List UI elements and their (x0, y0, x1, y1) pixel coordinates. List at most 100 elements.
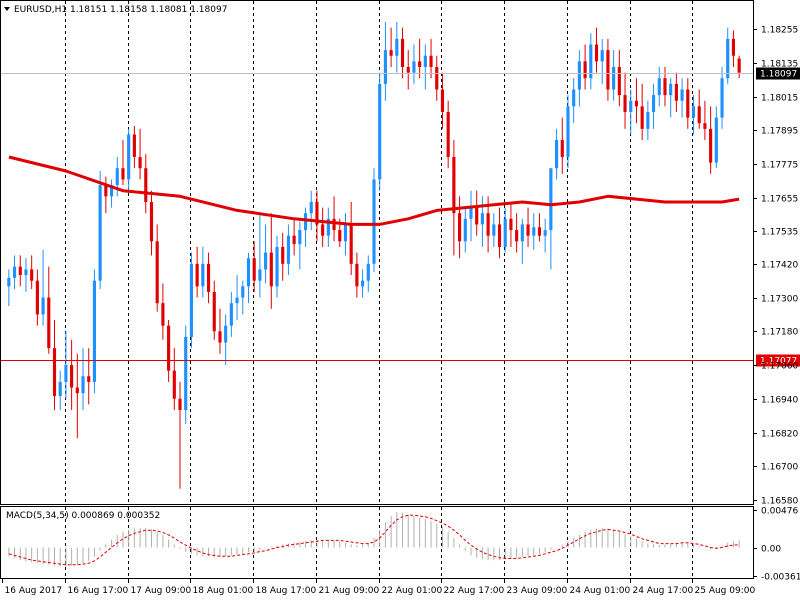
candle-body (526, 224, 530, 236)
current-price-tag-label: 1.18097 (760, 70, 797, 80)
price-tick-label: 1.17655 (761, 195, 798, 205)
chart-background (0, 0, 800, 600)
candle-body (286, 235, 290, 264)
price-tick-label: 1.16700 (761, 463, 798, 473)
price-tick-label: 1.16820 (761, 430, 798, 440)
price-tick-label: 1.17300 (761, 295, 798, 305)
candle-body (503, 218, 507, 247)
time-label: 16 Aug 17:00 (68, 586, 129, 596)
candle-body (423, 55, 427, 67)
chart-title: EURUSD,H1 1.18151 1.18158 1.18081 1.1809… (14, 5, 227, 15)
time-label: 25 Aug 09:00 (695, 586, 756, 596)
candle-body (378, 83, 382, 180)
price-tick-label: 1.17420 (761, 261, 798, 271)
time-label: 17 Aug 09:00 (131, 586, 192, 596)
candle-body (703, 123, 707, 129)
candle-body (606, 50, 610, 90)
candle-body (395, 38, 399, 56)
candle-body (669, 83, 673, 96)
candle-body (281, 246, 285, 264)
chart-window: 1.18097 1.17077 1.18255 1.18135 1.18015 1.17… (0, 0, 800, 600)
macd-label: MACD(5,34,5) 0.000869 0.000352 (6, 511, 160, 521)
candle-body (144, 168, 148, 202)
candle-body (577, 61, 581, 90)
candle-body (321, 224, 325, 236)
candle-body (435, 66, 439, 90)
candle-body (206, 263, 211, 292)
time-label: 18 Aug 17:00 (256, 586, 317, 596)
price-tick-label: 1.18135 (761, 60, 798, 70)
candle-body (452, 156, 456, 214)
candle-body (309, 201, 313, 214)
candle-body (594, 44, 599, 62)
time-label: 16 Aug 2017 (5, 586, 63, 596)
candle-body (132, 134, 136, 157)
candle-body (195, 263, 199, 287)
candle-body (235, 297, 239, 304)
macd-tick-label: -0.003615 (761, 573, 800, 583)
candle-body (87, 376, 91, 382)
candle-body (406, 66, 410, 73)
candle-body (355, 263, 359, 287)
candle-body (18, 266, 22, 276)
candle-body (269, 252, 273, 287)
candle-body (412, 61, 416, 73)
candle-body (651, 95, 656, 112)
candle (372, 168, 376, 273)
candle-body (229, 303, 233, 326)
candle-body (121, 168, 125, 180)
candle-body (58, 381, 62, 396)
candle-body (520, 224, 524, 242)
time-label: 23 Aug 09:00 (507, 586, 568, 596)
candle-body (7, 277, 11, 287)
candle-body (361, 280, 365, 287)
candle-body (646, 111, 650, 129)
candle-body (98, 185, 102, 281)
candle-body (515, 230, 519, 242)
candle-body (463, 218, 467, 242)
candle-body (560, 140, 564, 157)
candle-body (275, 246, 279, 287)
candle-body (680, 89, 684, 101)
candle-body (709, 128, 713, 163)
candle-body (566, 106, 570, 157)
candle-body (440, 89, 445, 112)
candle-body (737, 58, 741, 73)
price-tick-label: 1.17060 (761, 362, 798, 372)
candle-body (241, 286, 245, 298)
candle-body (184, 336, 188, 411)
candle-body (726, 38, 730, 79)
candle-body (663, 78, 667, 96)
time-label: 21 Aug 09:00 (319, 586, 380, 596)
candle-body (41, 297, 45, 315)
candle-body (115, 168, 119, 186)
candle-body (161, 303, 165, 326)
candle (184, 325, 188, 425)
candle-body (731, 38, 736, 56)
candle-body (446, 111, 450, 157)
candle-body (418, 61, 422, 67)
price-chart[interactable]: 1.180971.17077 1.182551.181351.180151.17… (0, 0, 800, 600)
candle-body (623, 95, 627, 112)
candle-body (47, 297, 51, 349)
candle-body (298, 230, 302, 245)
price-tick-label: 1.18255 (761, 26, 798, 36)
candle-body (617, 66, 621, 96)
candle-body (24, 269, 28, 276)
candle-body (612, 66, 616, 90)
candle-body (600, 50, 604, 62)
macd-tick-label: 0.00476 (761, 507, 798, 517)
candle-body (224, 325, 228, 343)
candle-body (714, 117, 718, 163)
candle-body (349, 224, 353, 264)
candle-body (691, 106, 696, 118)
candle-body (480, 213, 484, 225)
candle-body (149, 201, 154, 242)
candle-body (246, 258, 251, 287)
candle-body (201, 263, 205, 287)
candle-body (30, 269, 34, 281)
candle-body (258, 269, 262, 281)
time-label: 22 Aug 01:00 (382, 586, 443, 596)
candle-body (138, 156, 142, 169)
candle-body (572, 89, 576, 107)
